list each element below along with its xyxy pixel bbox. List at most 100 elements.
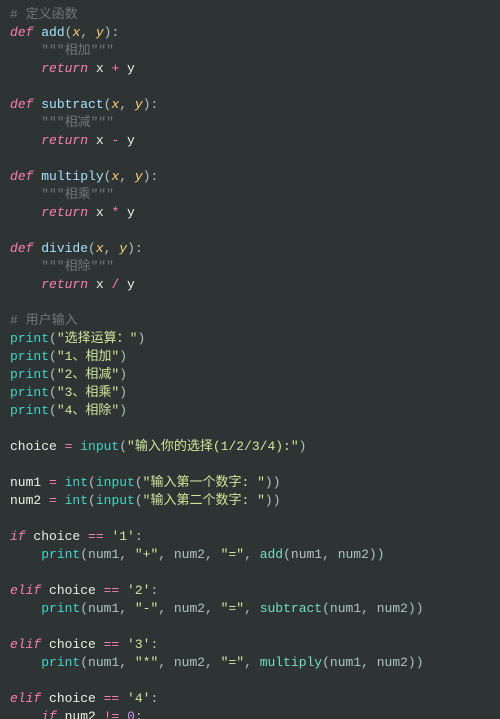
code-token: choice [49,637,104,652]
code-line[interactable]: elif choice == '2': [10,582,490,600]
code-line[interactable] [10,510,490,528]
code-token: "3、相乘" [57,385,119,400]
code-line[interactable]: elif choice == '3': [10,636,490,654]
code-line[interactable]: print(num1, "*", num2, "=", multiply(num… [10,654,490,672]
code-line[interactable] [10,294,490,312]
code-token: , num2, [158,655,220,670]
code-token: , [244,601,260,616]
code-editor[interactable]: # 定义函数def add(x, y): """相加""" return x +… [0,0,500,719]
code-token: y [135,169,143,184]
code-token: )) [265,493,281,508]
code-line[interactable]: """相除""" [10,258,490,276]
code-token: ( [49,349,57,364]
code-token: multiply [41,169,103,184]
code-token: print [41,547,80,562]
code-token: , num2, [158,601,220,616]
code-token: num2 [65,709,104,719]
code-line[interactable]: elif choice == '4': [10,690,490,708]
code-token: ) [119,403,127,418]
code-line[interactable]: if choice == '1': [10,528,490,546]
code-line[interactable]: print("选择运算：") [10,330,490,348]
code-token: ( [49,403,57,418]
code-line[interactable]: print("2、相减") [10,366,490,384]
code-token: == [88,529,104,544]
code-line[interactable]: print(num1, "+", num2, "=", add(num1, nu… [10,546,490,564]
code-token: num1 [10,475,49,490]
code-line[interactable]: # 定义函数 [10,6,490,24]
code-token: ( [88,241,96,256]
code-token [10,709,41,719]
code-token: == [104,637,120,652]
code-token: : [150,637,158,652]
code-line[interactable]: print("4、相除") [10,402,490,420]
code-line[interactable] [10,456,490,474]
code-line[interactable]: # 用户输入 [10,312,490,330]
code-token: ) [119,367,127,382]
code-line[interactable]: print(num1, "-", num2, "=", subtract(num… [10,600,490,618]
code-token: , [119,97,135,112]
code-line[interactable]: choice = input("输入你的选择(1/2/3/4):") [10,438,490,456]
code-token: subtract [260,601,322,616]
code-line[interactable]: def divide(x, y): [10,240,490,258]
code-line[interactable]: def multiply(x, y): [10,168,490,186]
code-token [10,655,41,670]
code-token: , [119,169,135,184]
code-token: "=" [221,655,244,670]
code-token: y [119,61,135,76]
code-line[interactable]: def add(x, y): [10,24,490,42]
code-token: : [135,529,143,544]
code-token: """相减""" [10,115,114,130]
code-line[interactable]: def subtract(x, y): [10,96,490,114]
code-token: ( [88,493,96,508]
code-token: def [10,169,41,184]
code-token [10,205,41,220]
code-token: # 用户输入 [10,313,78,328]
code-token: y [119,133,135,148]
code-token: input [80,439,119,454]
code-line[interactable] [10,672,490,690]
code-token: print [10,403,49,418]
code-line[interactable] [10,222,490,240]
code-token: print [10,367,49,382]
code-line[interactable]: num2 = int(input("输入第二个数字: ")) [10,492,490,510]
code-token: == [104,583,120,598]
code-line[interactable]: return x * y [10,204,490,222]
code-line[interactable]: print("1、相加") [10,348,490,366]
code-line[interactable]: print("3、相乘") [10,384,490,402]
code-line[interactable]: """相减""" [10,114,490,132]
code-line[interactable] [10,150,490,168]
code-token [119,637,127,652]
code-line[interactable] [10,420,490,438]
code-token: y [119,277,135,292]
code-line[interactable]: if num2 != 0: [10,708,490,719]
code-line[interactable]: return x - y [10,132,490,150]
code-token: elif [10,691,49,706]
code-line[interactable]: return x + y [10,60,490,78]
code-token: ( [49,385,57,400]
code-line[interactable] [10,564,490,582]
code-token [119,709,127,719]
code-token: "4、相除" [57,403,119,418]
code-token: = [65,439,81,454]
code-token: choice [49,691,104,706]
code-token [10,547,41,562]
code-token: "选择运算：" [57,331,138,346]
code-token: = [49,493,65,508]
code-line[interactable]: num1 = int(input("输入第一个数字: ")) [10,474,490,492]
code-line[interactable] [10,618,490,636]
code-token: y [135,97,143,112]
code-line[interactable]: return x / y [10,276,490,294]
code-token: "输入第二个数字: " [143,493,265,508]
code-token: input [96,475,135,490]
code-token: ) [119,385,127,400]
code-line[interactable]: """相加""" [10,42,490,60]
code-line[interactable]: """相乘""" [10,186,490,204]
code-token: x [96,61,112,76]
code-token: add [260,547,283,562]
code-line[interactable] [10,78,490,96]
code-token: ) [299,439,307,454]
code-token: '4' [127,691,150,706]
code-token: ( [88,475,96,490]
code-token: y [119,241,127,256]
code-token: print [41,655,80,670]
